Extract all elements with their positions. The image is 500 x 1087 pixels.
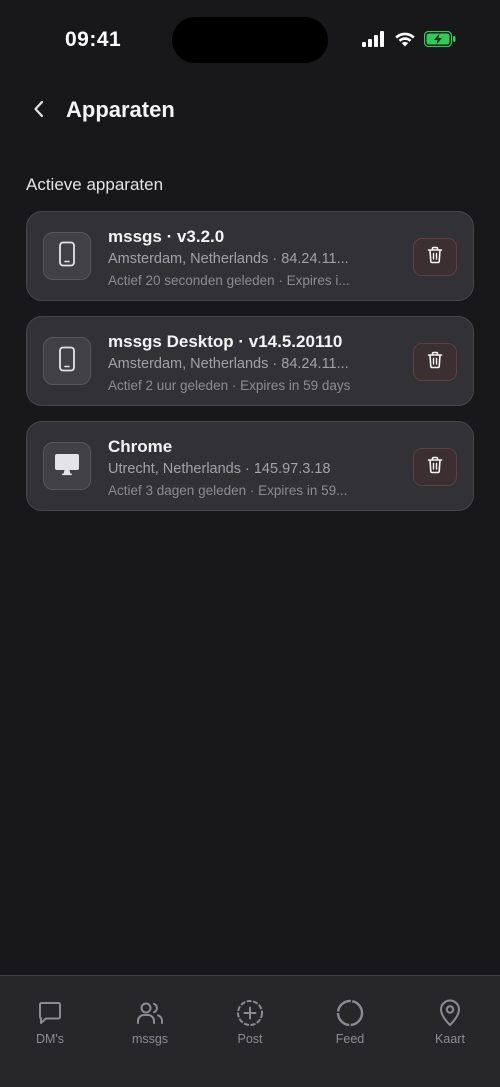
tab-post[interactable]: Post: [210, 998, 290, 1046]
device-list: mssgs · v3.2.0 Amsterdam, Netherlands · …: [26, 211, 474, 526]
status-icons: [362, 30, 456, 52]
trash-icon: [427, 246, 443, 269]
users-icon: [135, 998, 165, 1028]
device-name: Chrome: [108, 437, 173, 456]
device-activity: Actief 20 seconden geleden · Expires i..…: [108, 273, 350, 288]
chevron-left-icon: [32, 99, 46, 124]
wifi-icon: [394, 31, 416, 52]
circle-icon: [335, 998, 365, 1028]
device-activity: Actief 3 dagen geleden · Expires in 59..…: [108, 483, 348, 498]
page-title: Apparaten: [66, 97, 175, 122]
device-card: mssgs Desktop · v14.5.20110 Amsterdam, N…: [26, 316, 474, 406]
tab-label: Feed: [335, 1032, 365, 1046]
device-location: Utrecht, Netherlands · 145.97.3.18: [108, 461, 331, 477]
status-time: 09:41: [65, 28, 122, 51]
trash-icon: [427, 456, 443, 479]
delete-device-button[interactable]: [413, 238, 457, 276]
tab-dms[interactable]: DM's: [10, 998, 90, 1046]
tab-bar: DM's mssgs Post Feed Kaart: [0, 975, 500, 1087]
status-bar: 09:41: [0, 0, 500, 80]
delete-device-button[interactable]: [413, 448, 457, 486]
device-activity: Actief 2 uur geleden · Expires in 59 day…: [108, 378, 351, 393]
tab-label: DM's: [35, 1032, 65, 1046]
tab-label: Post: [237, 1032, 263, 1046]
signal-icon: [362, 31, 386, 52]
device-icon-box: [43, 442, 91, 490]
phone-icon: [58, 241, 76, 272]
phone-icon: [58, 346, 76, 377]
map-pin-icon: [435, 998, 465, 1028]
battery-charging-icon: [423, 30, 456, 52]
dynamic-island: [172, 17, 328, 63]
tab-label: Kaart: [435, 1032, 465, 1046]
back-button[interactable]: [24, 96, 54, 126]
tab-kaart[interactable]: Kaart: [410, 998, 490, 1046]
chat-bubble-icon: [35, 998, 65, 1028]
tab-mssgs[interactable]: mssgs: [110, 998, 190, 1046]
header: Apparaten: [0, 88, 500, 134]
device-name: mssgs · v3.2.0: [108, 227, 225, 246]
monitor-icon: [54, 452, 80, 481]
plus-circle-icon: [235, 998, 265, 1028]
section-title: Actieve apparaten: [26, 175, 164, 194]
tab-label: mssgs: [131, 1032, 169, 1046]
delete-device-button[interactable]: [413, 343, 457, 381]
device-name: mssgs Desktop · v14.5.20110: [108, 332, 343, 351]
tab-feed[interactable]: Feed: [310, 998, 390, 1046]
device-location: Amsterdam, Netherlands · 84.24.11...: [108, 251, 349, 267]
device-icon-box: [43, 337, 91, 385]
device-card: Chrome Utrecht, Netherlands · 145.97.3.1…: [26, 421, 474, 511]
device-card: mssgs · v3.2.0 Amsterdam, Netherlands · …: [26, 211, 474, 301]
device-location: Amsterdam, Netherlands · 84.24.11...: [108, 356, 349, 372]
device-icon-box: [43, 232, 91, 280]
trash-icon: [427, 351, 443, 374]
